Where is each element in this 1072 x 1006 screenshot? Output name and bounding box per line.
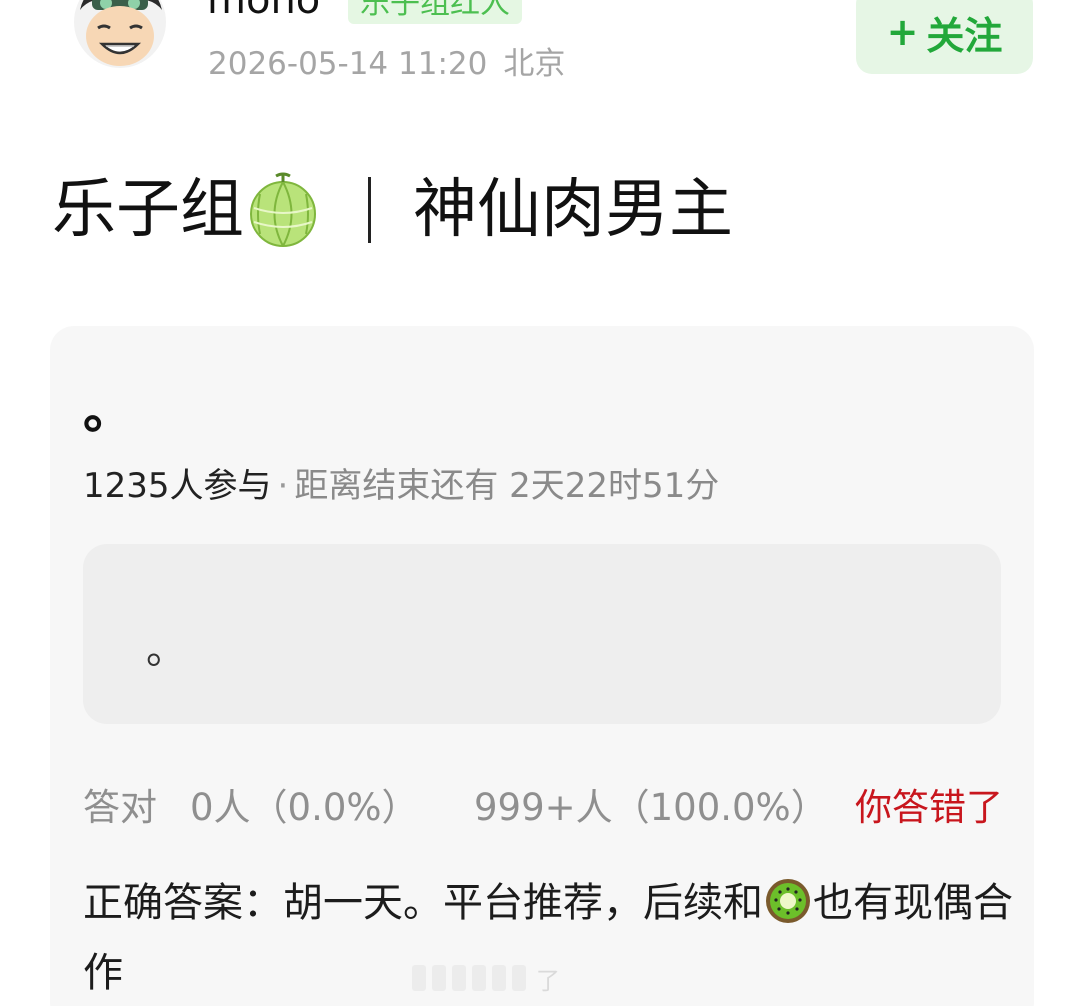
post-date: 2026-05-14 11:20: [208, 46, 488, 82]
watermark-mark: [492, 965, 506, 991]
kiwi-icon: [765, 878, 811, 942]
time-remaining: 距离结束还有 2天22时51分: [294, 466, 720, 506]
post-title: 乐子组 神仙肉男主: [52, 170, 733, 250]
avatar-cartoon-icon: [74, 0, 166, 68]
watermark-mark: [512, 965, 526, 991]
quiz-option[interactable]: [83, 544, 1001, 724]
title-separator: [368, 177, 371, 243]
my-result: 你答错了: [855, 786, 1003, 829]
watermark-text: 了: [536, 966, 560, 995]
post-page: mono 乐子组红人 2026-05-14 11:20 北京 + 关注 乐子组 神…: [0, 0, 1072, 1006]
correct-count: 0人（0.0%）: [190, 786, 419, 829]
watermark-mark: [472, 965, 486, 991]
participant-count: 1235人参与: [83, 466, 272, 506]
post-meta: 2026-05-14 11:20 北京: [208, 44, 565, 84]
watermark: 了: [412, 958, 560, 998]
title-main: 神仙肉男主: [413, 173, 733, 247]
post-location: 北京: [503, 46, 566, 82]
watermark-mark: [412, 965, 426, 991]
user-avatar[interactable]: [66, 0, 174, 78]
follow-label: 关注: [926, 13, 1003, 58]
follow-button[interactable]: + 关注: [856, 0, 1033, 74]
user-badge[interactable]: 乐子组红人: [348, 0, 522, 24]
melon-icon: [248, 172, 318, 248]
username[interactable]: mono: [207, 0, 320, 22]
stats-separator: ·: [277, 466, 289, 506]
answer-text-start: 正确答案：胡一天。平台推荐，后续和: [83, 880, 763, 926]
quiz-stats: 1235人参与 · 距离结束还有 2天22时51分: [83, 464, 719, 508]
wrong-count: 999+人（100.0%）: [474, 786, 828, 829]
plus-icon: +: [886, 10, 919, 54]
correct-label: 答对: [83, 786, 157, 829]
watermark-mark: [452, 965, 466, 991]
title-prefix: 乐子组: [52, 173, 244, 247]
watermark-mark: [432, 965, 446, 991]
quiz-option-text: 。: [146, 627, 186, 673]
quiz-question: 。: [83, 382, 133, 440]
